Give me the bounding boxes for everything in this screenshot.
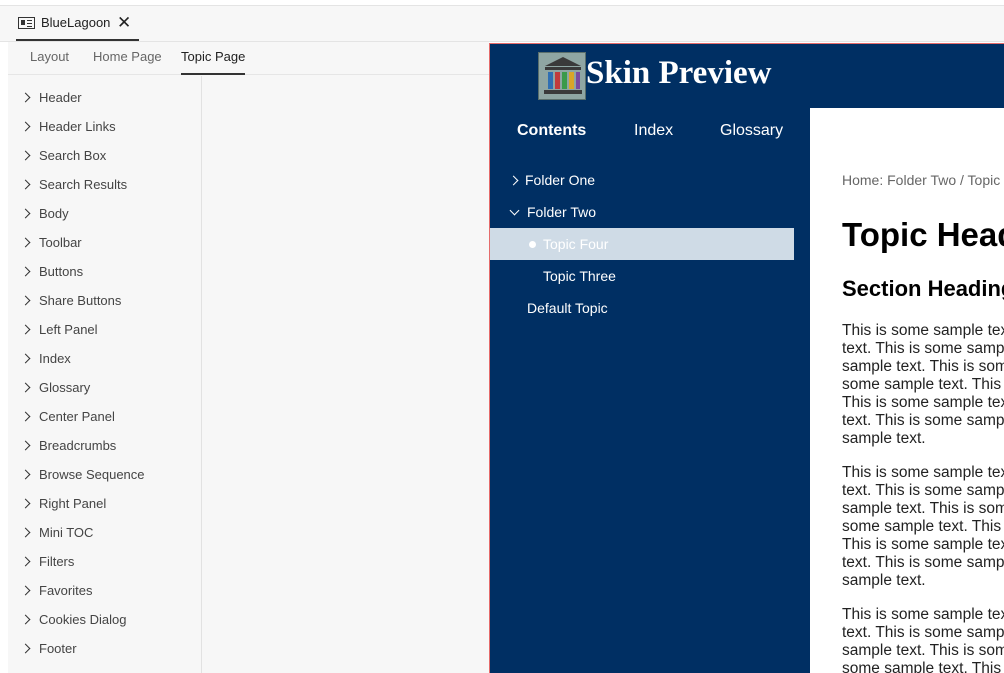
tree-item-label: Breadcrumbs xyxy=(39,437,117,453)
tree-item-label: Share Buttons xyxy=(39,292,122,308)
topic-heading: Topic Heading xyxy=(842,216,1004,253)
chevron-right-icon xyxy=(20,237,31,247)
topic-content: Home: Folder Two / Topic Topic Heading S… xyxy=(810,108,1004,673)
chevron-right-icon xyxy=(20,92,31,102)
toc-item-label: Topic Four xyxy=(543,236,609,252)
chevron-right-icon xyxy=(20,440,31,450)
tree-item-label: Filters xyxy=(39,553,75,569)
close-icon[interactable]: ✕ xyxy=(117,13,131,33)
chevron-right-icon xyxy=(20,643,31,653)
toc-item-topic-three[interactable]: Topic Three xyxy=(490,260,795,292)
tree-item-label: Footer xyxy=(39,640,77,656)
tree-item-label: Body xyxy=(39,205,69,221)
nav-tab-glossary[interactable]: Glossary xyxy=(720,122,783,140)
nav-tab-contents[interactable]: Contents xyxy=(517,122,586,140)
chevron-right-icon xyxy=(20,585,31,595)
tree-item-toolbar[interactable]: Toolbar xyxy=(20,232,82,252)
skin-preview: Skin Preview Contents Index Glossary Fol… xyxy=(489,43,1004,673)
nav-tab-index[interactable]: Index xyxy=(634,122,673,140)
tree-item-label: Cookies Dialog xyxy=(39,611,127,627)
tree-item-search-results[interactable]: Search Results xyxy=(20,174,128,194)
chevron-right-icon xyxy=(20,266,31,276)
tree-item-breadcrumbs[interactable]: Breadcrumbs xyxy=(20,435,117,455)
chevron-right-icon xyxy=(20,121,31,131)
bullet-icon xyxy=(529,240,536,248)
file-tab-bluelagoon[interactable]: BlueLagoon ✕ xyxy=(16,6,139,41)
chevron-right-icon xyxy=(20,208,31,218)
preview-title: Skin Preview xyxy=(586,55,772,91)
paragraph-2: This is some sample text. text. This is … xyxy=(842,464,1004,589)
chevron-right-icon xyxy=(20,556,31,566)
style-tree: Header Header Links Search Box Search Resul… xyxy=(8,76,202,673)
tree-item-label: Toolbar xyxy=(39,234,82,250)
toc-item-label: Default Topic xyxy=(527,300,608,316)
tree-item-body[interactable]: Body xyxy=(20,203,69,223)
tree-item-right-panel[interactable]: Right Panel xyxy=(20,493,107,513)
tree-item-buttons[interactable]: Buttons xyxy=(20,261,84,281)
tree-item-favorites[interactable]: Favorites xyxy=(20,580,93,600)
tab-layout[interactable]: Layout xyxy=(30,49,69,75)
chevron-right-icon xyxy=(20,411,31,421)
tree-item-label: Favorites xyxy=(39,582,93,598)
file-tab-strip: BlueLagoon ✕ xyxy=(0,5,1004,42)
chevron-right-icon xyxy=(20,324,31,334)
toc-item-default-topic[interactable]: Default Topic xyxy=(490,292,795,324)
tree-item-center-panel[interactable]: Center Panel xyxy=(20,406,115,426)
breadcrumb: Home: Folder Two / Topic xyxy=(842,172,1001,188)
tree-item-search-box[interactable]: Search Box xyxy=(20,145,107,165)
skin-file-icon xyxy=(18,16,35,29)
tree-item-glossary[interactable]: Glossary xyxy=(20,377,91,397)
chevron-right-icon xyxy=(20,527,31,537)
tree-item-label: Left Panel xyxy=(39,321,98,337)
tree-item-browse-sequence[interactable]: Browse Sequence xyxy=(20,464,145,484)
tree-item-label: Browse Sequence xyxy=(39,466,145,482)
tree-item-label: Header xyxy=(39,89,82,105)
tree-item-label: Index xyxy=(39,350,71,366)
tree-item-label: Search Results xyxy=(39,176,128,192)
skin-sub-tabs: Layout Home Page Topic Page xyxy=(8,42,489,75)
paragraph-1: This is some sample text. text. This is … xyxy=(842,322,1004,447)
tree-item-left-panel[interactable]: Left Panel xyxy=(20,319,98,339)
toc-item-label: Folder One xyxy=(525,172,596,188)
toc-item-folder-one[interactable]: Folder One xyxy=(490,164,795,196)
chevron-right-icon xyxy=(508,175,519,185)
tree-item-label: Mini TOC xyxy=(39,524,94,540)
paragraph-3: This is some sample text. text. This is … xyxy=(842,606,1004,673)
tree-item-header-links[interactable]: Header Links xyxy=(20,116,116,136)
tree-item-cookies-dialog[interactable]: Cookies Dialog xyxy=(20,609,127,629)
chevron-right-icon xyxy=(20,150,31,160)
chevron-right-icon xyxy=(20,614,31,624)
toc-item-label: Folder Two xyxy=(527,204,596,220)
chevron-right-icon xyxy=(20,469,31,479)
tree-item-label: Glossary xyxy=(39,379,91,395)
tree-item-share-buttons[interactable]: Share Buttons xyxy=(20,290,122,310)
tree-item-footer[interactable]: Footer xyxy=(20,638,77,658)
tab-home-page[interactable]: Home Page xyxy=(93,49,162,75)
chevron-right-icon xyxy=(20,353,31,363)
chevron-right-icon xyxy=(20,295,31,305)
tree-item-label: Right Panel xyxy=(39,495,107,511)
tree-item-index[interactable]: Index xyxy=(20,348,71,368)
tree-item-header[interactable]: Header xyxy=(20,87,82,107)
file-tab-title: BlueLagoon xyxy=(41,15,111,30)
tree-item-mini-toc[interactable]: Mini TOC xyxy=(20,522,94,542)
tree-item-label: Buttons xyxy=(39,263,84,279)
chevron-right-icon xyxy=(20,498,31,508)
skin-editor-panel: Layout Home Page Topic Page Header Header… xyxy=(8,42,489,673)
chevron-right-icon xyxy=(20,382,31,392)
chevron-down-icon xyxy=(509,205,520,215)
toc-item-label: Topic Three xyxy=(543,268,616,284)
section-heading: Section Heading xyxy=(842,276,1004,301)
tab-topic-page[interactable]: Topic Page xyxy=(181,49,246,75)
tree-item-filters[interactable]: Filters xyxy=(20,551,75,571)
tree-item-label: Center Panel xyxy=(39,408,115,424)
chevron-right-icon xyxy=(20,179,31,189)
toc-item-folder-two[interactable]: Folder Two xyxy=(490,196,795,228)
library-logo-icon xyxy=(538,52,586,100)
tree-item-label: Search Box xyxy=(39,147,107,163)
toc-item-topic-four[interactable]: Topic Four xyxy=(490,228,794,260)
tree-item-label: Header Links xyxy=(39,118,116,134)
